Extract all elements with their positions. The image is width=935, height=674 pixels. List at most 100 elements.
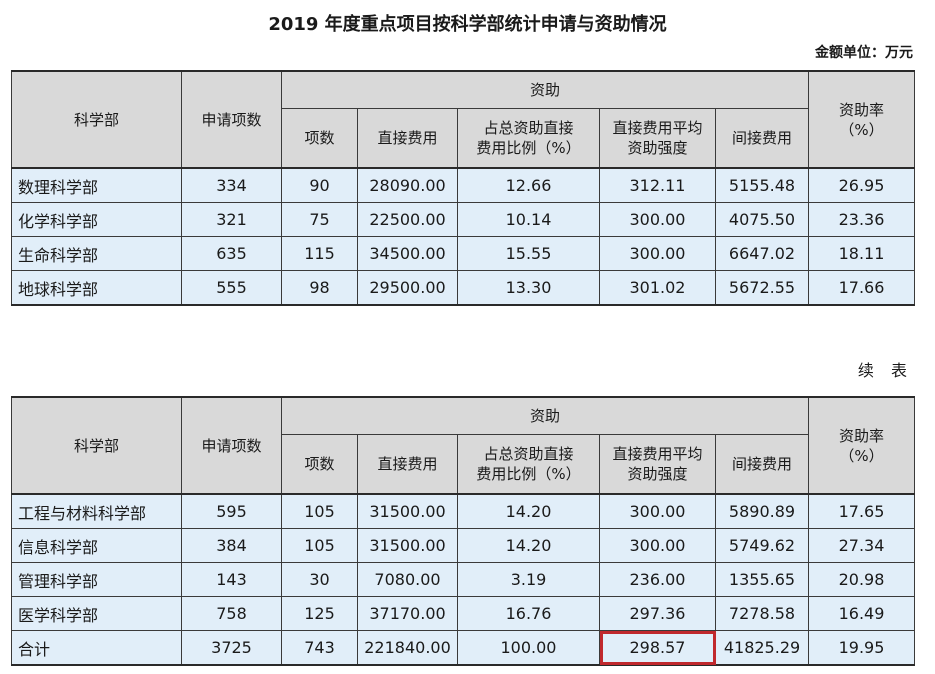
cell-rate: 20.98 — [808, 562, 915, 597]
cell-dept: 管理科学部 — [11, 562, 182, 597]
cell-count: 90 — [281, 167, 358, 203]
cell-dept: 信息科学部 — [11, 528, 182, 563]
cell-indirect: 5672.55 — [715, 270, 809, 306]
header-dept: 科学部 — [11, 70, 182, 169]
header-ratio: 占总资助直接 费用比例（%） — [457, 434, 600, 495]
stats-table-1: 科学部 申请项数 资助 资助率 （%） 项数 直接费用 占总资助直接 费用比例（%）… — [11, 70, 915, 306]
cell-avg: 297.36 — [599, 596, 716, 631]
header-rate: 资助率 （%） — [808, 396, 915, 495]
cell-apps: 595 — [181, 493, 282, 529]
cell-apps: 384 — [181, 528, 282, 563]
cell-avg: 300.00 — [599, 528, 716, 563]
cell-dept: 医学科学部 — [11, 596, 182, 631]
cell-avg: 301.02 — [599, 270, 716, 306]
cell-ratio: 15.55 — [457, 236, 600, 271]
cell-rate: 19.95 — [808, 630, 915, 666]
cell-count: 105 — [281, 528, 358, 563]
cell-avg: 300.00 — [599, 202, 716, 237]
cell-rate: 27.34 — [808, 528, 915, 563]
cell-ratio: 3.19 — [457, 562, 600, 597]
header-indirect: 间接费用 — [715, 108, 809, 169]
cell-apps: 3725 — [181, 630, 282, 666]
cell-count: 743 — [281, 630, 358, 666]
cell-apps: 555 — [181, 270, 282, 306]
continued-label: 续 表 — [857, 361, 913, 380]
cell-rate: 17.66 — [808, 270, 915, 306]
cell-dept: 工程与材料科学部 — [11, 493, 182, 529]
table-row: 化学科学部 321 75 22500.00 10.14 300.00 4075.… — [11, 202, 915, 237]
cell-direct: 28090.00 — [357, 167, 458, 203]
cell-ratio: 12.66 — [457, 167, 600, 203]
header-count: 项数 — [281, 434, 358, 495]
table-row: 生命科学部 635 115 34500.00 15.55 300.00 6647… — [11, 236, 915, 271]
header-rate: 资助率 （%） — [808, 70, 915, 169]
cell-avg: 300.00 — [599, 236, 716, 271]
cell-rate: 26.95 — [808, 167, 915, 203]
cell-indirect: 6647.02 — [715, 236, 809, 271]
header-applications: 申请项数 — [181, 396, 282, 495]
cell-direct: 7080.00 — [357, 562, 458, 597]
cell-dept: 数理科学部 — [11, 167, 182, 203]
highlighted-cell-avg: 298.57 — [599, 630, 716, 666]
cell-dept: 地球科学部 — [11, 270, 182, 306]
cell-ratio: 13.30 — [457, 270, 600, 306]
header-dept: 科学部 — [11, 396, 182, 495]
stats-table-2: 科学部 申请项数 资助 资助率 （%） 项数 直接费用 占总资助直接 费用比例（%）… — [11, 396, 915, 666]
cell-ratio: 10.14 — [457, 202, 600, 237]
header-applications: 申请项数 — [181, 70, 282, 169]
cell-avg: 300.00 — [599, 493, 716, 529]
header-direct: 直接费用 — [357, 434, 458, 495]
cell-indirect: 5155.48 — [715, 167, 809, 203]
cell-count: 125 — [281, 596, 358, 631]
cell-ratio: 14.20 — [457, 528, 600, 563]
cell-direct: 31500.00 — [357, 493, 458, 529]
header-funding: 资助 — [281, 70, 809, 109]
cell-dept: 生命科学部 — [11, 236, 182, 271]
cell-indirect: 5749.62 — [715, 528, 809, 563]
cell-rate: 18.11 — [808, 236, 915, 271]
cell-count: 30 — [281, 562, 358, 597]
header-avg: 直接费用平均 资助强度 — [599, 434, 716, 495]
table-row: 工程与材料科学部 595 105 31500.00 14.20 300.00 5… — [11, 493, 915, 529]
cell-direct: 22500.00 — [357, 202, 458, 237]
unit-label: 金额单位：万元 — [815, 45, 913, 61]
cell-dept: 化学科学部 — [11, 202, 182, 237]
cell-ratio: 100.00 — [457, 630, 600, 666]
cell-direct: 31500.00 — [357, 528, 458, 563]
header-indirect: 间接费用 — [715, 434, 809, 495]
cell-count: 75 — [281, 202, 358, 237]
header-count: 项数 — [281, 108, 358, 169]
page-title: 2019 年度重点项目按科学部统计申请与资助情况 — [268, 14, 667, 35]
cell-rate: 16.49 — [808, 596, 915, 631]
cell-indirect: 5890.89 — [715, 493, 809, 529]
table-row: 地球科学部 555 98 29500.00 13.30 301.02 5672.… — [11, 270, 915, 306]
total-row: 合计 3725 743 221840.00 100.00 298.57 4182… — [11, 630, 915, 666]
cell-direct: 37170.00 — [357, 596, 458, 631]
cell-apps: 334 — [181, 167, 282, 203]
cell-apps: 143 — [181, 562, 282, 597]
cell-apps: 321 — [181, 202, 282, 237]
cell-rate: 17.65 — [808, 493, 915, 529]
cell-count: 105 — [281, 493, 358, 529]
cell-dept: 合计 — [11, 630, 182, 666]
header-ratio: 占总资助直接 费用比例（%） — [457, 108, 600, 169]
cell-direct: 221840.00 — [357, 630, 458, 666]
cell-count: 98 — [281, 270, 358, 306]
header-direct: 直接费用 — [357, 108, 458, 169]
table-row: 信息科学部 384 105 31500.00 14.20 300.00 5749… — [11, 528, 915, 563]
header-avg: 直接费用平均 资助强度 — [599, 108, 716, 169]
cell-direct: 34500.00 — [357, 236, 458, 271]
table-row: 管理科学部 143 30 7080.00 3.19 236.00 1355.65… — [11, 562, 915, 597]
cell-rate: 23.36 — [808, 202, 915, 237]
cell-ratio: 16.76 — [457, 596, 600, 631]
cell-avg: 312.11 — [599, 167, 716, 203]
table-row: 数理科学部 334 90 28090.00 12.66 312.11 5155.… — [11, 167, 915, 203]
cell-indirect: 4075.50 — [715, 202, 809, 237]
cell-count: 115 — [281, 236, 358, 271]
cell-ratio: 14.20 — [457, 493, 600, 529]
header-funding: 资助 — [281, 396, 809, 435]
cell-avg: 236.00 — [599, 562, 716, 597]
cell-indirect: 1355.65 — [715, 562, 809, 597]
cell-direct: 29500.00 — [357, 270, 458, 306]
cell-apps: 635 — [181, 236, 282, 271]
